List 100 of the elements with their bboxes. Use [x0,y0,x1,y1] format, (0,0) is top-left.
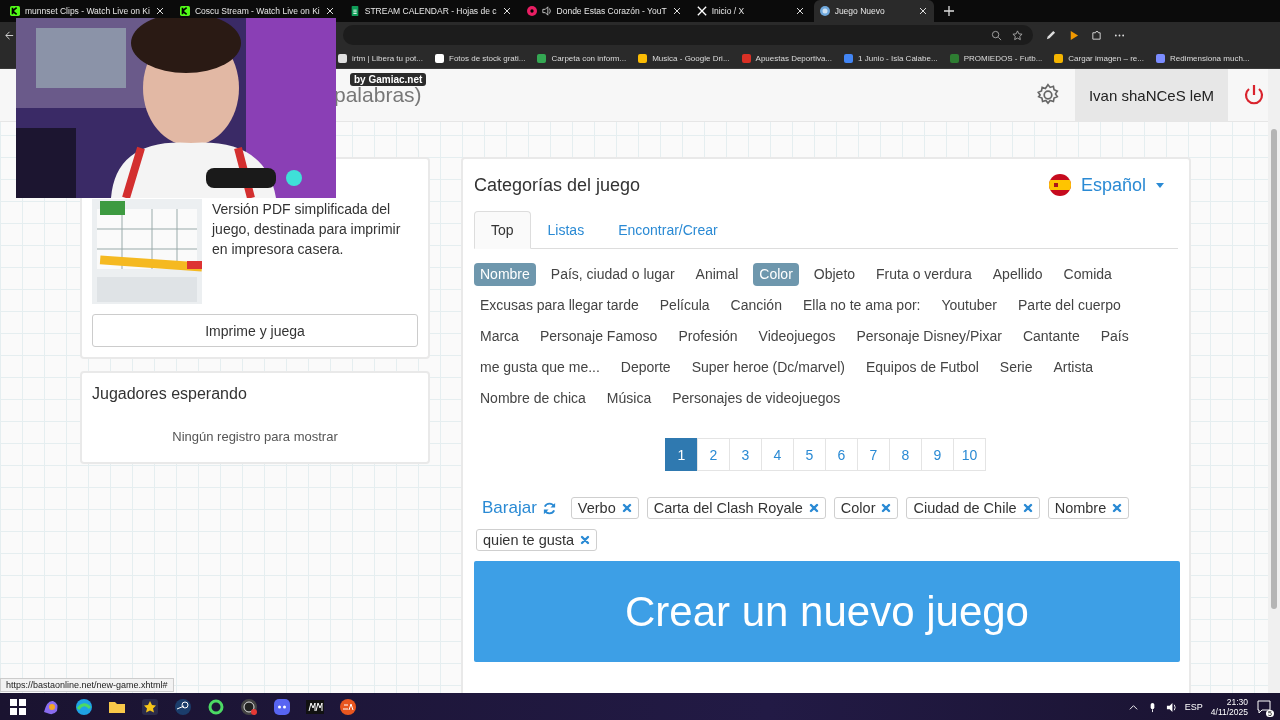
browser-tab[interactable]: STREAM CALENDAR - Hojas de c [343,0,518,22]
category-chip[interactable]: Profesión [672,325,744,348]
bookmark[interactable]: Carpeta con inform... [537,53,627,63]
category-chip[interactable]: Videojuegos [752,325,842,348]
scrollbar[interactable] [1268,69,1280,693]
page-button[interactable]: 2 [697,438,730,471]
pen-icon[interactable] [1045,29,1056,41]
zoom-icon[interactable] [991,29,1002,41]
category-chip[interactable]: Deporte [614,356,677,379]
page-button[interactable]: 6 [825,438,858,471]
bookmark[interactable]: Redimensiona much... [1155,53,1250,63]
category-tab[interactable]: Listas [530,211,602,249]
close-icon[interactable] [501,6,512,16]
category-chip[interactable]: Personaje Disney/Pixar [850,325,1008,348]
ring-icon[interactable] [206,697,226,717]
globe-icon [819,6,830,16]
bookmark[interactable]: irtm | Libera tu pot... [338,53,423,63]
category-chip[interactable]: País, ciudad o lugar [544,263,681,286]
new-tab-icon[interactable] [942,5,955,17]
print-button[interactable]: Imprime y juega [92,314,418,347]
user-button[interactable]: Ivan shaNCeS leM [1074,69,1228,121]
shuffle-button[interactable]: Barajar [476,498,563,518]
page-button[interactable]: 10 [953,438,986,471]
page-button[interactable]: 9 [921,438,954,471]
windows-icon[interactable] [8,697,28,717]
category-chip[interactable]: Personajes de videojuegos [666,387,847,410]
flag-icon [1048,174,1071,196]
browser-tab[interactable]: Inicio / X [690,0,811,22]
category-chip[interactable]: Ella no te ama por: [796,294,927,317]
page-button[interactable]: 8 [889,438,922,471]
category-chip[interactable]: Personaje Famoso [533,325,664,348]
bookmark[interactable]: Musica - Google Dri... [638,53,730,63]
bookmark[interactable]: Cargar imagen – re... [1054,53,1144,63]
category-chip[interactable]: Serie [993,356,1039,379]
close-icon[interactable] [324,6,335,16]
power-icon[interactable] [1242,83,1266,107]
close-icon[interactable] [671,6,682,16]
page-button[interactable]: 3 [729,438,762,471]
remove-icon[interactable] [881,503,892,513]
category-tab[interactable]: Top [474,211,531,249]
remove-icon[interactable] [621,503,632,513]
category-chip[interactable]: me gusta que me... [474,356,606,379]
address-field[interactable] [343,25,1033,45]
category-chip[interactable]: Artista [1047,356,1100,379]
tag-label: Nombre [1054,500,1107,516]
browser-tab[interactable]: Juego Nuevo [813,0,934,22]
language-indicator[interactable]: ESP [1184,702,1203,712]
bookmark[interactable]: PROMIEDOS - Futb... [949,53,1043,63]
category-chip[interactable]: Película [653,294,716,317]
controller-icon[interactable] [272,697,292,717]
obs-icon[interactable] [239,697,259,717]
category-chip[interactable]: País [1094,325,1135,348]
close-icon[interactable] [154,6,165,16]
category-chip[interactable]: Fruta o verdura [870,263,978,286]
mm-logo-icon[interactable] [305,697,325,717]
category-chip[interactable]: Comida [1057,263,1118,286]
bookmark[interactable]: Apuestas Deportiva... [741,53,833,63]
speaker-icon[interactable] [541,6,552,16]
category-chip[interactable]: Youtuber [935,294,1003,317]
remove-icon[interactable] [1022,503,1033,513]
category-chip[interactable]: Objeto [807,263,862,286]
speaker-icon[interactable] [1165,701,1177,713]
steam-icon[interactable] [173,697,193,717]
category-chip[interactable]: Marca [474,325,525,348]
remove-icon[interactable] [1112,503,1123,513]
page-button[interactable]: 1 [665,438,698,471]
category-chip[interactable]: Nombre de chica [474,387,592,410]
sheet-icon [349,6,360,16]
category-tab[interactable]: Encontrar/Crear [601,211,735,249]
notification-icon[interactable] [1256,699,1272,715]
tag-label: quien te gusta [483,532,575,548]
remove-icon[interactable] [580,535,591,545]
play-icon[interactable] [1068,29,1079,41]
category-chip[interactable]: Música [600,387,658,410]
close-icon[interactable] [794,6,805,16]
bookmark[interactable]: Fotos de stock grati... [435,53,526,63]
category-chip[interactable]: Equipos de Futbol [859,356,985,379]
category-chip[interactable]: Super heroe (Dc/marvel) [685,356,851,379]
remove-icon[interactable] [808,503,819,513]
bookmark[interactable]: 1 Junio - Isla Calabe... [844,53,938,63]
star-icon[interactable] [1012,29,1023,41]
tag-label: Ciudad de Chile [913,500,1017,516]
back-icon[interactable] [4,29,15,41]
status-url: https://bastaonline.net/new-game.xhtml# [0,678,174,692]
category-chip[interactable]: Apellido [986,263,1049,286]
category-chip[interactable]: Canción [724,294,788,317]
card-title: Jugadores esperando [92,385,248,403]
clock[interactable]: 21:30 4/11/2025 [1210,697,1248,717]
browser-tab[interactable]: Donde Estas Corazón - YouT [520,0,688,22]
category-chip[interactable]: Animal [689,263,745,286]
close-icon[interactable] [917,6,928,16]
category-chip[interactable]: Cantante [1016,325,1086,348]
language-dropdown[interactable]: Español [1042,173,1170,197]
browser-icon[interactable] [74,697,94,717]
category-chip[interactable]: Parte del cuerpo [1012,294,1127,317]
page-button[interactable]: 7 [857,438,890,471]
page-button[interactable]: 5 [793,438,826,471]
category-chip[interactable]: Excusas para llegar tarde [474,294,645,317]
page-button[interactable]: 4 [761,438,794,471]
ea-logo-icon[interactable] [338,697,358,717]
